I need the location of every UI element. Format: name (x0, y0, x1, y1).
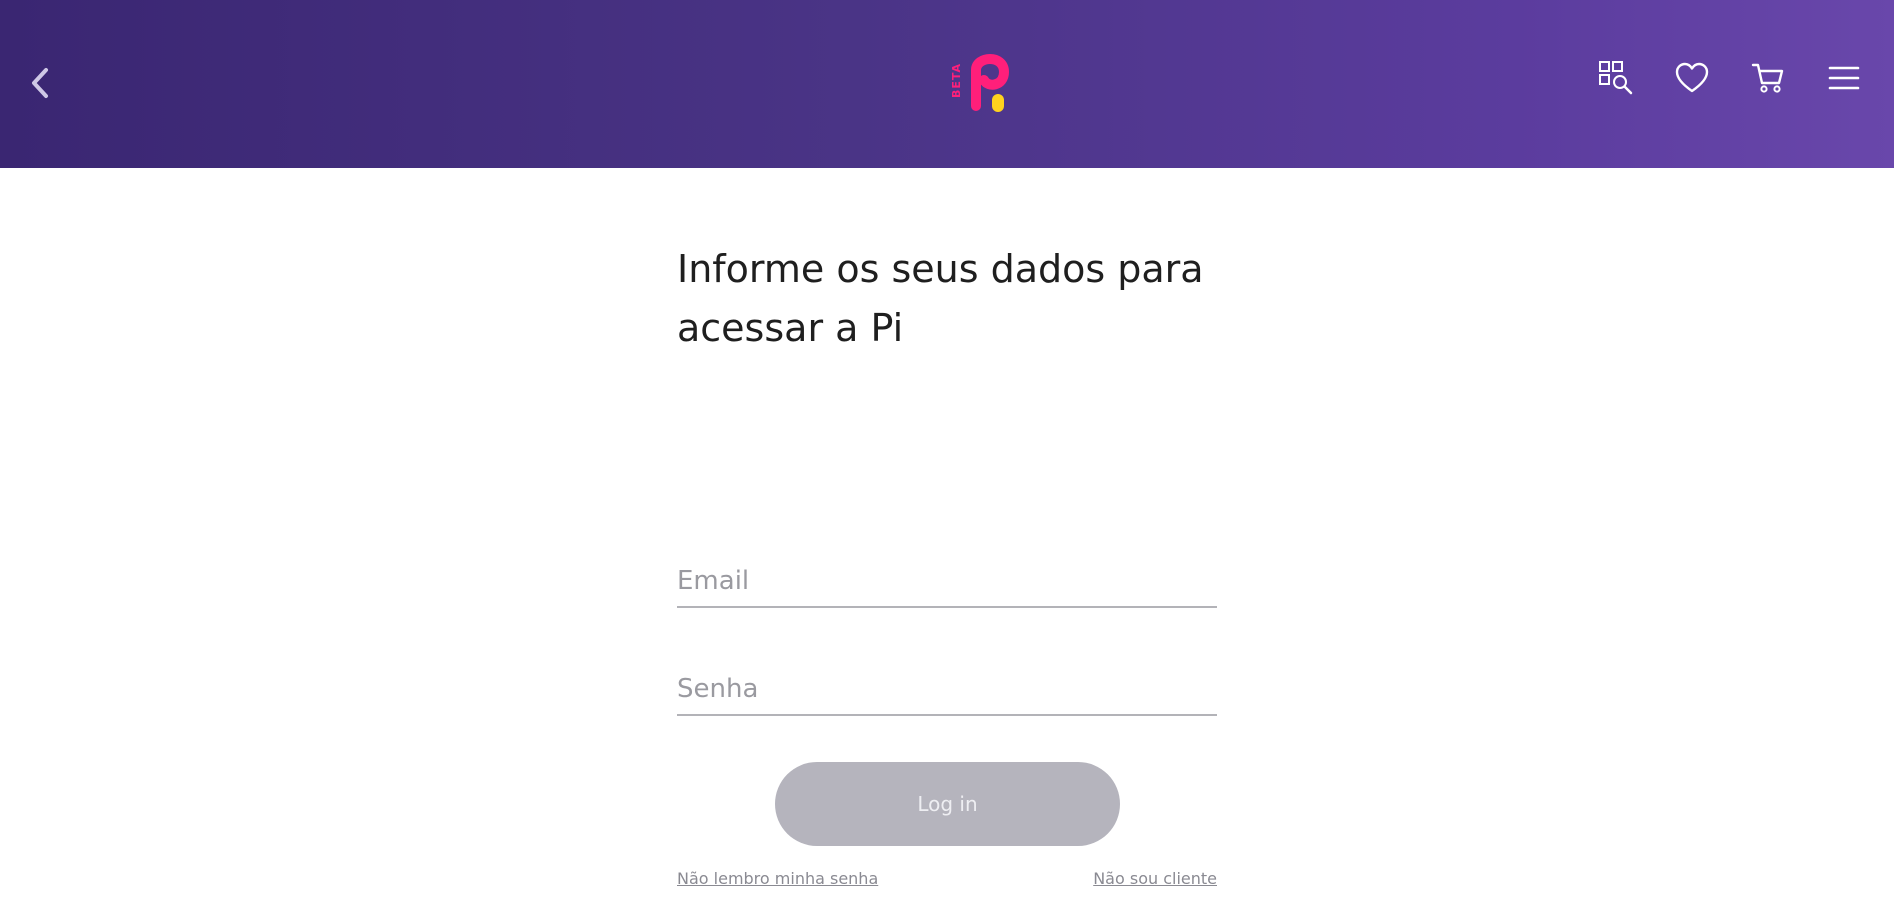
page-title: Informe os seus dados para acessar a Pi (677, 247, 1204, 350)
back-button[interactable] (22, 56, 62, 106)
heart-icon (1675, 62, 1709, 93)
category-search-button[interactable] (1596, 58, 1636, 98)
top-header: BETA (0, 0, 1894, 168)
not-client-link[interactable]: Não sou cliente (1093, 869, 1217, 888)
favorites-button[interactable] (1672, 58, 1712, 98)
logo-beta-label: BETA (950, 63, 963, 98)
category-search-icon (1599, 61, 1633, 95)
forgot-password-link[interactable]: Não lembro minha senha (677, 869, 878, 888)
chevron-left-icon (32, 68, 48, 98)
brand-logo[interactable]: BETA (946, 46, 1016, 114)
cart-button[interactable] (1748, 58, 1788, 98)
password-field[interactable] (677, 656, 1217, 716)
login-button[interactable]: Log in (775, 762, 1120, 846)
cart-icon (1751, 63, 1784, 93)
login-section: Informe os seus dados para acessar a Pi (677, 240, 1217, 358)
menu-icon (1828, 66, 1860, 90)
menu-button[interactable] (1824, 58, 1864, 98)
email-field[interactable] (677, 548, 1217, 608)
password-input[interactable] (677, 656, 1217, 714)
email-input[interactable] (677, 548, 1217, 606)
